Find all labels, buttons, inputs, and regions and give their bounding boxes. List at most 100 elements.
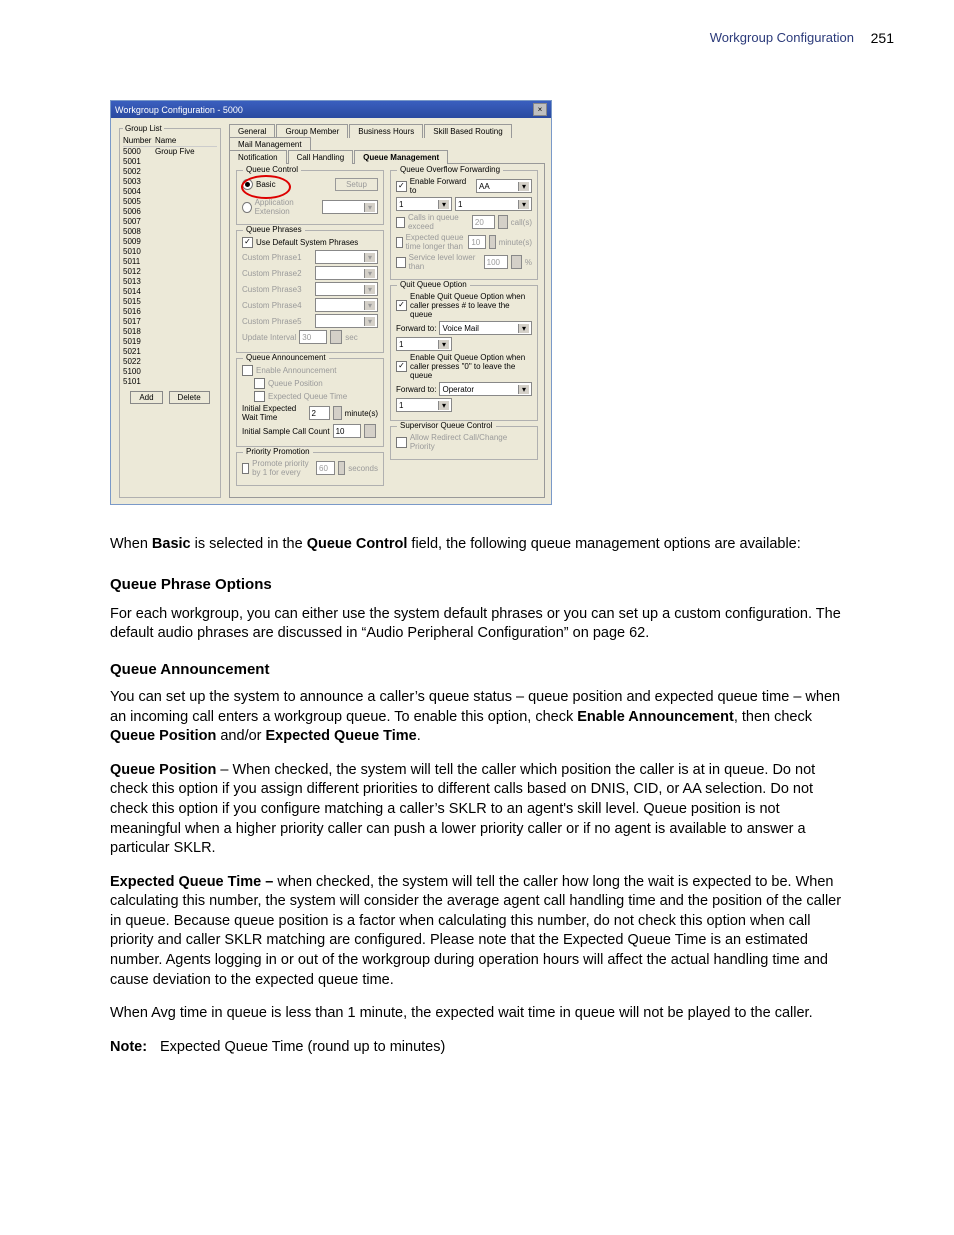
list-item[interactable]: 5005 — [123, 197, 217, 207]
update-interval-spin — [330, 330, 342, 344]
queue-control-group: Queue Control Basic Setup Application Ex… — [236, 170, 384, 225]
label-minutes: minute(s) — [499, 238, 532, 247]
label-quit2-fwd: Forward to: — [396, 385, 436, 394]
quit1-idx[interactable]: 1▾ — [396, 337, 452, 351]
chk-eqt-longer[interactable] — [396, 237, 403, 248]
fwd-idx1[interactable]: 1▾ — [396, 197, 452, 211]
list-item[interactable]: 5011 — [123, 257, 217, 267]
tab[interactable]: Business Hours — [349, 124, 423, 138]
quit1-fwd-select[interactable]: Voice Mail▾ — [439, 321, 532, 335]
queue-phrases-legend: Queue Phrases — [243, 225, 305, 234]
dialog-title: Workgroup Configuration - 5000 — [115, 105, 243, 115]
radio-basic[interactable] — [242, 179, 253, 190]
tab[interactable]: Call Handling — [288, 150, 354, 164]
priority-value: 60 — [316, 461, 335, 475]
label-enable-announce: Enable Announcement — [256, 366, 337, 375]
label-update-interval: Update Interval — [242, 333, 296, 342]
list-item[interactable]: 5007 — [123, 217, 217, 227]
list-item[interactable]: 5002 — [123, 167, 217, 177]
tab[interactable]: Queue Management — [354, 150, 448, 164]
list-item[interactable]: 5003 — [123, 177, 217, 187]
label-supervisor: Allow Redirect Call/Change Priority — [410, 433, 532, 451]
tab[interactable]: Skill Based Routing — [424, 124, 511, 138]
list-item[interactable]: 5015 — [123, 297, 217, 307]
iscc-spin[interactable] — [364, 424, 376, 438]
label-basic: Basic — [256, 180, 276, 189]
queue-announce-legend: Queue Announcement — [243, 353, 329, 362]
chk-sl-lower[interactable] — [396, 257, 406, 268]
label-pct: % — [525, 258, 532, 267]
overflow-legend: Queue Overflow Forwarding — [397, 165, 503, 174]
phrase-row: Custom Phrase5▾ — [242, 314, 378, 328]
list-item[interactable]: 5009 — [123, 237, 217, 247]
label-enable-fwd: Enable Forward to — [410, 177, 473, 195]
iewt-value[interactable]: 2 — [309, 406, 330, 420]
label-expected-queue-time: Expected Queue Time — [268, 392, 347, 401]
list-item[interactable]: 5001 — [123, 157, 217, 167]
quit2-idx[interactable]: 1▾ — [396, 398, 452, 412]
label-iewt: Initial Expected Wait Time — [242, 404, 306, 422]
group-list-legend: Group List — [123, 124, 164, 133]
chk-enable-fwd[interactable] — [396, 181, 407, 192]
quit2-fwd-select[interactable]: Operator▾ — [439, 382, 532, 396]
phrase-row: Custom Phrase2▾ — [242, 266, 378, 280]
chk-quit2[interactable] — [396, 361, 407, 372]
chk-quit1[interactable] — [396, 300, 407, 311]
label-priority: Promote priority by 1 for every — [252, 459, 313, 477]
list-item[interactable]: 5100 — [123, 367, 217, 377]
radio-app-ext[interactable] — [242, 202, 252, 213]
priority-spin — [338, 461, 346, 475]
queue-phrases-group: Queue Phrases Use Default System Phrases… — [236, 230, 384, 353]
close-icon[interactable]: × — [533, 103, 547, 116]
label-queue-position: Queue Position — [268, 379, 323, 388]
chk-use-default[interactable] — [242, 237, 253, 248]
fwd-idx2[interactable]: 1▾ — [455, 197, 532, 211]
setup-button: Setup — [335, 178, 378, 191]
label-use-default: Use Default System Phrases — [256, 238, 358, 247]
list-item[interactable]: 5010 — [123, 247, 217, 257]
label-sl-lower: Service level lower than — [409, 253, 481, 271]
col-name: Name — [155, 136, 176, 145]
tab[interactable]: General — [229, 124, 275, 138]
tab[interactable]: Mail Management — [229, 137, 311, 151]
chk-supervisor[interactable] — [396, 437, 407, 448]
chk-calls-exceed[interactable] — [396, 217, 405, 228]
list-item[interactable]: 5019 — [123, 337, 217, 347]
label-quit1: Enable Quit Queue Option when caller pre… — [410, 292, 532, 319]
tab[interactable]: Group Member — [276, 124, 348, 138]
chk-queue-position — [254, 378, 265, 389]
list-item[interactable]: 5016 — [123, 307, 217, 317]
phrase-row: Custom Phrase4▾ — [242, 298, 378, 312]
list-item[interactable]: 5000Group Five — [123, 147, 217, 157]
para-phrase-options: For each workgroup, you can either use t… — [110, 605, 844, 644]
delete-button[interactable]: Delete — [169, 391, 210, 404]
fwd-select[interactable]: AA▾ — [476, 179, 532, 193]
overflow-group: Queue Overflow Forwarding Enable Forward… — [390, 170, 538, 280]
list-item[interactable]: 5017 — [123, 317, 217, 327]
list-item[interactable]: 5022 — [123, 357, 217, 367]
list-item[interactable]: 5014 — [123, 287, 217, 297]
list-item[interactable]: 5012 — [123, 267, 217, 277]
breadcrumb: Workgroup Configuration — [710, 30, 854, 45]
iewt-spin[interactable] — [333, 406, 342, 420]
calls-exceed-spin — [498, 215, 508, 229]
list-item[interactable]: 5004 — [123, 187, 217, 197]
list-item[interactable]: 5013 — [123, 277, 217, 287]
chk-priority[interactable] — [242, 463, 249, 474]
list-item[interactable]: 5021 — [123, 347, 217, 357]
iscc-value[interactable]: 10 — [333, 424, 361, 438]
add-button[interactable]: Add — [130, 391, 162, 404]
label-calls: call(s) — [511, 218, 532, 227]
para-expected-queue-time: Expected Queue Time – when checked, the … — [110, 873, 844, 990]
para-avg-time: When Avg time in queue is less than 1 mi… — [110, 1004, 844, 1024]
chk-enable-announce[interactable] — [242, 365, 253, 376]
list-item[interactable]: 5018 — [123, 327, 217, 337]
phrase-row: Custom Phrase3▾ — [242, 282, 378, 296]
tab[interactable]: Notification — [229, 150, 287, 164]
group-list[interactable]: 5000Group Five50015002500350045005500650… — [123, 147, 217, 387]
queue-control-legend: Queue Control — [243, 165, 301, 174]
list-item[interactable]: 5008 — [123, 227, 217, 237]
list-item[interactable]: 5006 — [123, 207, 217, 217]
eqt-longer-val: 10 — [468, 235, 485, 249]
list-item[interactable]: 5101 — [123, 377, 217, 387]
